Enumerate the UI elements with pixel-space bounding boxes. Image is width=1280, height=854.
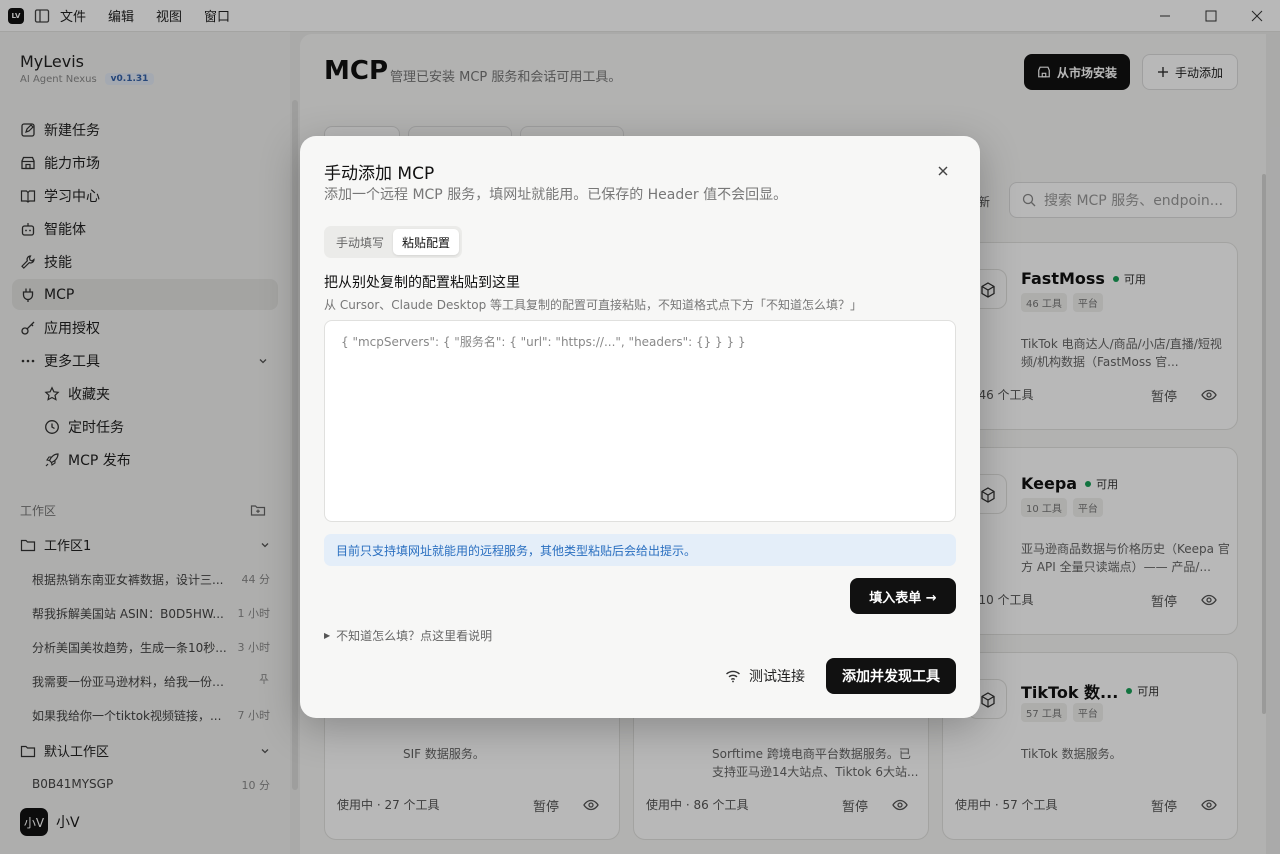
- test-connection-button[interactable]: 测试连接: [710, 658, 820, 694]
- manual-add-mcp-dialog: 手动添加 MCP 添加一个远程 MCP 服务，填网址就能用。已保存的 Heade…: [300, 136, 980, 718]
- fill-form-button[interactable]: 填入表单 →: [850, 578, 956, 614]
- config-textarea[interactable]: [324, 320, 956, 522]
- help-disclosure[interactable]: ▶ 不知道怎么填？点这里看说明: [324, 627, 492, 644]
- paste-field-hint: 从 Cursor、Claude Desktop 等工具复制的配置可直接粘贴，不知…: [324, 298, 863, 312]
- dialog-title: 手动添加 MCP: [324, 164, 435, 184]
- input-mode-tabs: 手动填写 粘贴配置: [324, 226, 463, 258]
- tab-paste-config[interactable]: 粘贴配置: [393, 229, 460, 255]
- wifi-icon: [726, 670, 740, 683]
- test-connection-label: 测试连接: [749, 669, 805, 685]
- close-icon[interactable]: [936, 164, 950, 178]
- dialog-subtitle: 添加一个远程 MCP 服务，填网址就能用。已保存的 Header 值不会回显。: [324, 187, 788, 203]
- paste-field-label: 把从别处复制的配置粘贴到这里: [324, 275, 520, 291]
- tab-manual-fill[interactable]: 手动填写: [327, 229, 393, 255]
- add-and-discover-button[interactable]: 添加并发现工具: [826, 658, 956, 694]
- info-banner: 目前只支持填网址就能用的远程服务，其他类型粘贴后会给出提示。: [324, 534, 956, 566]
- caret-right-icon: ▶: [324, 631, 331, 640]
- help-text: 不知道怎么填？点这里看说明: [336, 629, 493, 643]
